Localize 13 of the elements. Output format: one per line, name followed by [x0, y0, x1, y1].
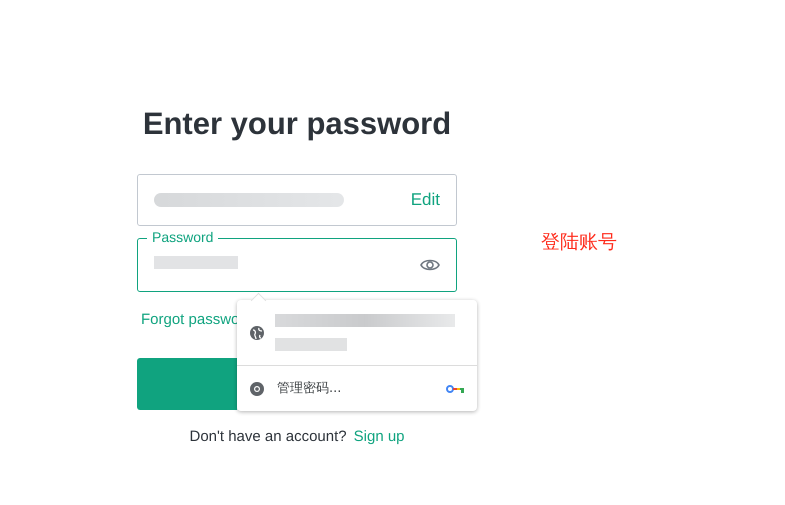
page-heading: Enter your password	[142, 105, 452, 143]
eye-icon[interactable]	[420, 258, 440, 272]
signup-link[interactable]: Sign up	[354, 426, 405, 448]
email-field[interactable]: Edit	[137, 174, 457, 226]
key-icon	[446, 384, 464, 392]
option-label: 管理密码...	[277, 380, 342, 398]
manage-passwords-option[interactable]: 管理密码...	[237, 366, 477, 411]
annotation-text: 登陆账号	[541, 230, 617, 255]
globe-icon	[250, 326, 264, 340]
blurred-text	[275, 338, 347, 351]
signup-prompt: Don't have an account?	[189, 426, 347, 446]
edit-link[interactable]: Edit	[410, 187, 440, 213]
browser-logo-icon	[250, 382, 264, 396]
